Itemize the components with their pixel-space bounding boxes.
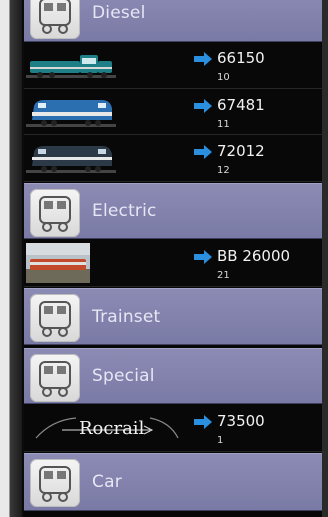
arrow-right-icon bbox=[194, 145, 212, 159]
diesel-locomotive-image bbox=[26, 55, 116, 78]
loco-address: 12 bbox=[217, 165, 230, 176]
loco-row-bb26000[interactable]: BB 26000 21 bbox=[24, 240, 322, 287]
loco-row-67481[interactable]: 67481 11 bbox=[24, 89, 322, 135]
loco-row-72012[interactable]: 72012 12 bbox=[24, 135, 322, 182]
category-label-car: Car bbox=[92, 472, 122, 492]
category-diesel[interactable]: Diesel bbox=[24, 0, 322, 42]
category-electric[interactable]: Electric bbox=[24, 183, 322, 239]
arrow-right-icon bbox=[194, 250, 212, 264]
arrow-right-icon bbox=[194, 99, 212, 113]
loco-id: 73500 bbox=[217, 412, 265, 430]
loco-address: 11 bbox=[217, 119, 230, 130]
category-label-trainset: Trainset bbox=[92, 306, 161, 327]
loco-list[interactable]: Diesel 66150 10 67481 11 72012 12 Electr… bbox=[24, 0, 322, 517]
locomotive-icon bbox=[30, 294, 80, 342]
category-label-special: Special bbox=[92, 366, 155, 386]
arrow-right-icon bbox=[194, 52, 212, 66]
left-frame-edge bbox=[0, 0, 22, 517]
category-special[interactable]: Special bbox=[24, 348, 322, 404]
diesel-locomotive-image bbox=[26, 146, 116, 173]
category-label-electric: Electric bbox=[92, 201, 157, 221]
right-scrollbar-track[interactable] bbox=[322, 0, 328, 517]
arrow-right-icon bbox=[194, 415, 212, 429]
locomotive-icon bbox=[30, 354, 80, 402]
category-label-diesel: Diesel bbox=[92, 3, 146, 23]
category-trainset[interactable]: Trainset bbox=[24, 288, 322, 345]
diesel-locomotive-image bbox=[26, 100, 116, 127]
locomotive-icon bbox=[30, 0, 80, 39]
rocrail-logo: Rocrail bbox=[35, 417, 179, 439]
loco-address: 1 bbox=[217, 435, 224, 446]
locomotive-icon bbox=[30, 459, 80, 507]
rocrail-logo-text: Rocrail bbox=[79, 418, 145, 439]
loco-id: BB 26000 bbox=[217, 247, 291, 265]
loco-address: 21 bbox=[217, 270, 230, 281]
loco-id: 67481 bbox=[217, 96, 265, 114]
loco-row-73500[interactable]: Rocrail 73500 1 bbox=[24, 405, 322, 452]
electric-train-photo bbox=[26, 243, 116, 283]
loco-id: 66150 bbox=[217, 49, 265, 67]
category-car[interactable]: Car bbox=[24, 453, 322, 511]
loco-row-66150[interactable]: 66150 10 bbox=[24, 42, 322, 89]
loco-id: 72012 bbox=[217, 142, 265, 160]
loco-address: 10 bbox=[217, 72, 230, 83]
locomotive-icon bbox=[30, 189, 80, 237]
